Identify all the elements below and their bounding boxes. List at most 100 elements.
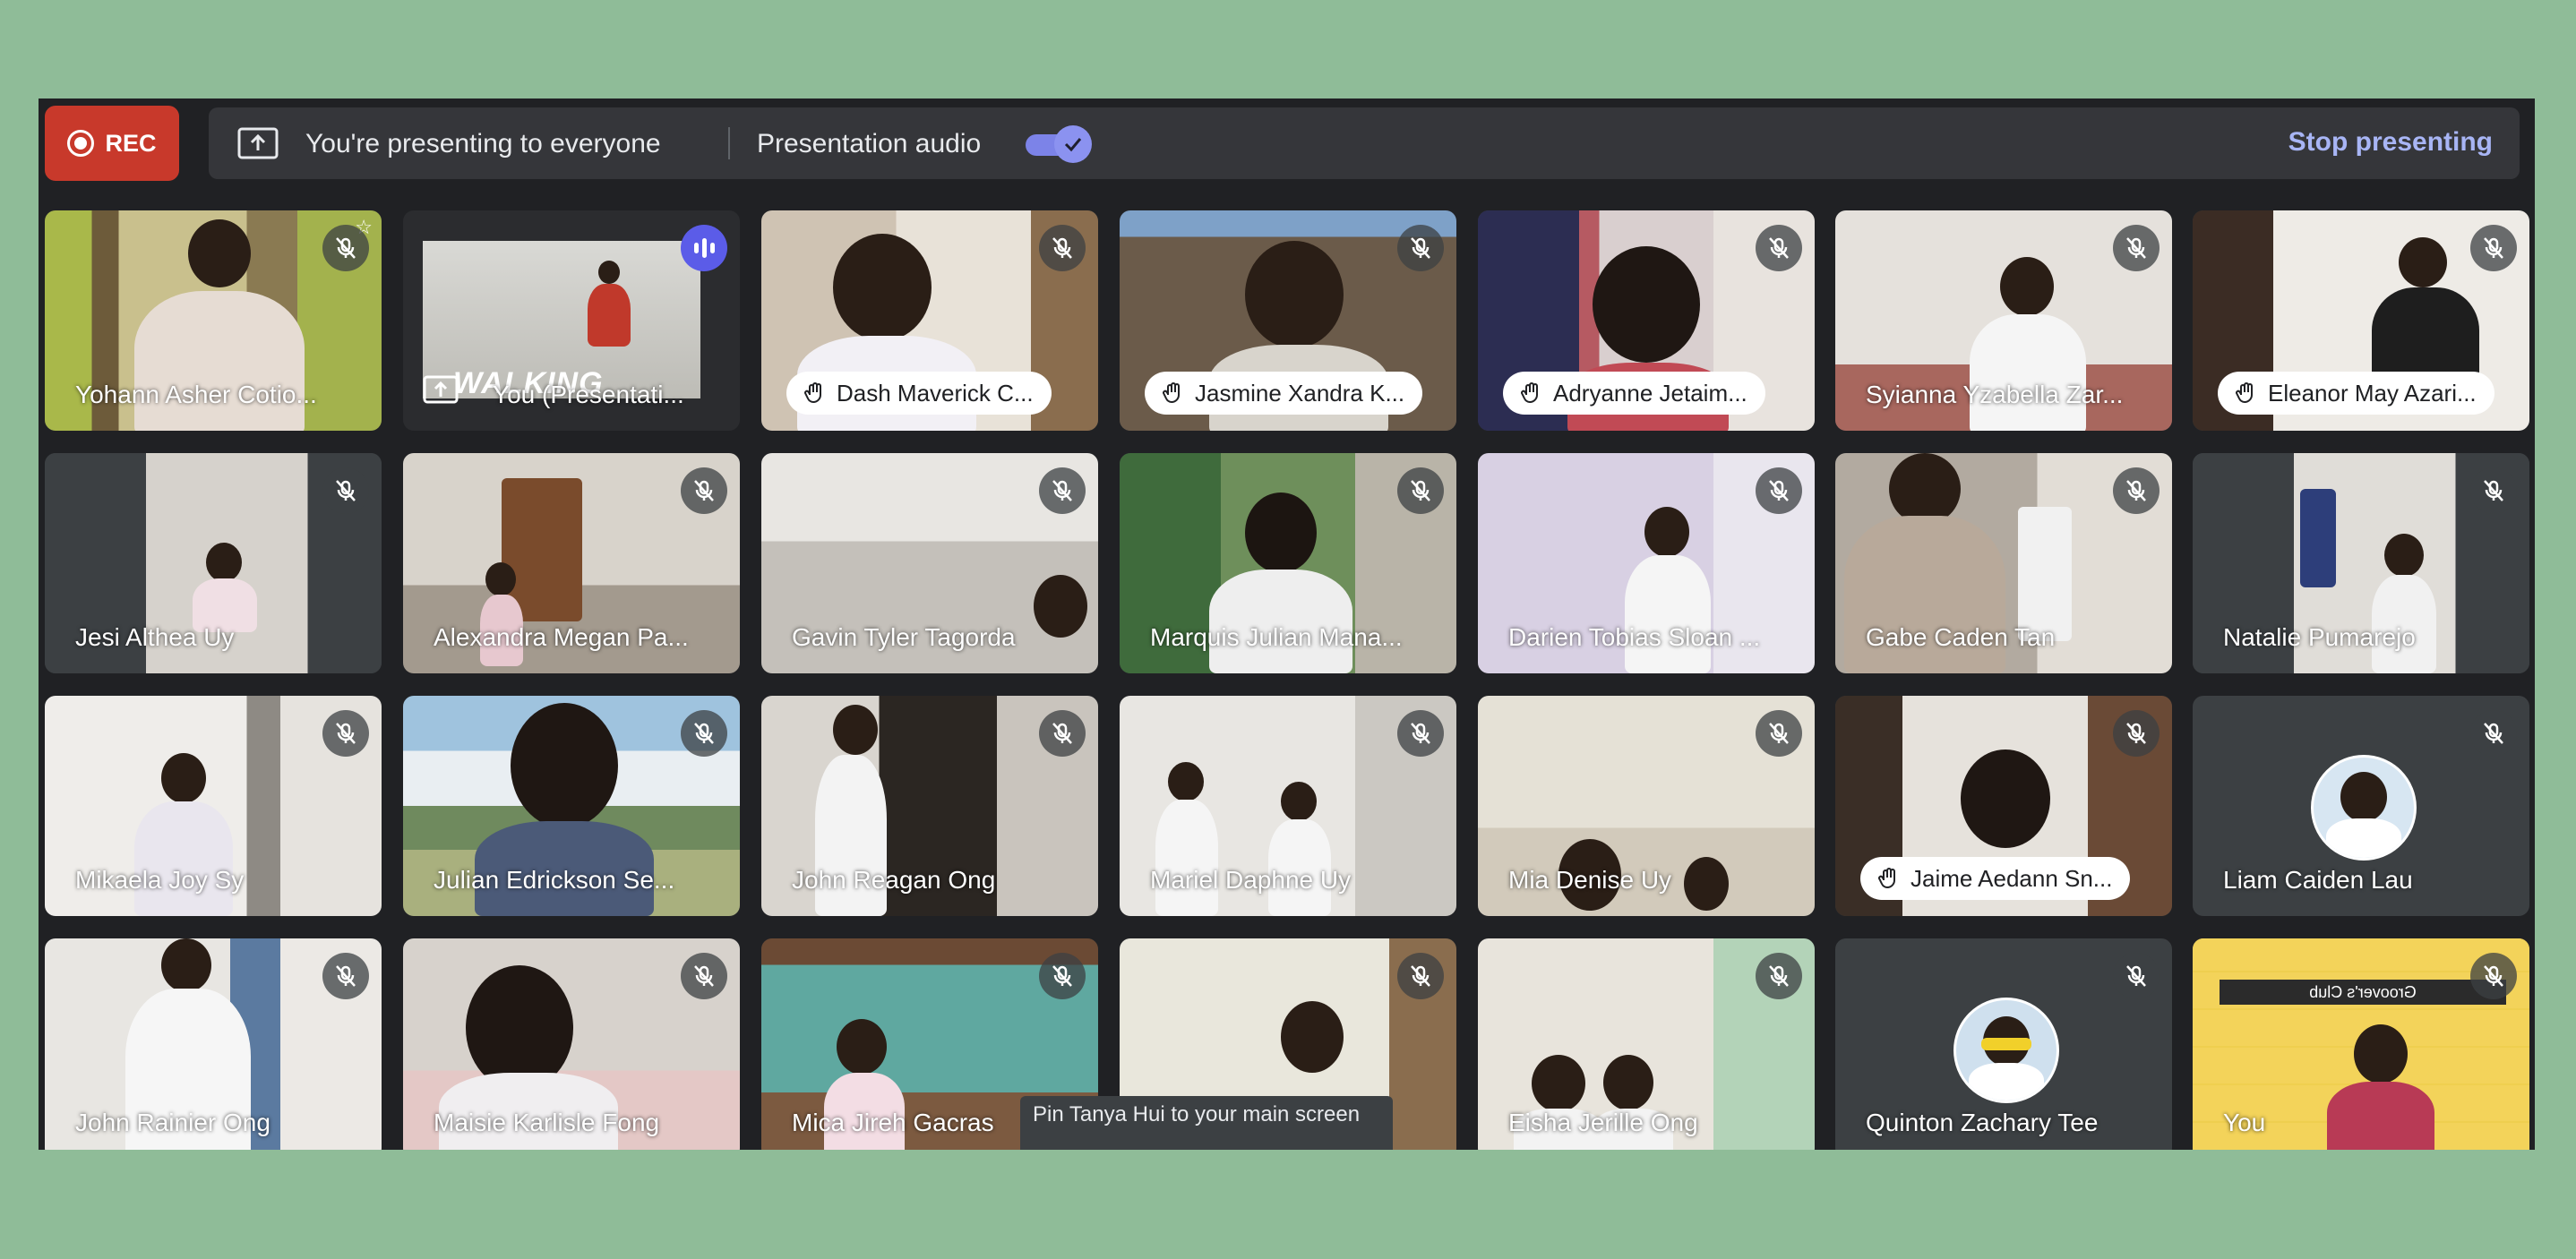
participant-name: Alexandra Megan Pa... <box>434 623 689 651</box>
mic-off-icon <box>1397 225 1444 271</box>
participant-tile[interactable]: Eleanor May Azari... <box>2193 210 2529 431</box>
mic-off-icon <box>1397 953 1444 999</box>
raised-hand-name: Jaime Aedann Sn... <box>1860 857 2131 900</box>
mic-off-icon <box>681 467 727 514</box>
participant-name: Julian Edrickson Se... <box>434 866 675 894</box>
mic-off-icon <box>2470 467 2517 514</box>
raised-hand-name: Eleanor May Azari... <box>2218 372 2494 415</box>
avatar <box>1953 998 2059 1103</box>
rec-button[interactable]: REC <box>45 106 179 181</box>
raised-hand-icon <box>1163 382 1180 404</box>
participant-name: Mariel Daphne Uy <box>1150 866 1352 894</box>
mic-off-icon <box>1039 953 1086 999</box>
present-screen-icon <box>423 375 459 404</box>
mic-off-icon <box>1397 710 1444 757</box>
raised-hand-name: Adryanne Jetaim... <box>1503 372 1765 415</box>
raised-hand-name: Dash Maverick C... <box>786 372 1052 415</box>
participant-name: Maisie Karlisle Fong <box>434 1109 660 1136</box>
participant-tile[interactable]: Darien Tobias Sloan ... <box>1478 453 1815 673</box>
participant-name: John Reagan Ong <box>792 866 996 894</box>
participant-name: Jaime Aedann Sn... <box>1911 864 2113 892</box>
participant-tile[interactable]: Julian Edrickson Se... <box>403 696 740 916</box>
raised-hand-icon <box>1521 382 1538 404</box>
meet-window: REC You're presenting to everyone Presen… <box>39 98 2535 1150</box>
avatar <box>2311 755 2417 861</box>
raised-hand-icon <box>1878 868 1895 889</box>
mic-off-icon <box>1039 225 1086 271</box>
participant-name: You (Presentati... <box>493 381 684 408</box>
participant-tile[interactable]: Groover's Club You <box>2193 938 2529 1150</box>
participant-name: Jesi Althea Uy <box>75 623 235 651</box>
mic-off-icon <box>2113 467 2160 514</box>
mic-off-icon <box>1039 467 1086 514</box>
participant-tile[interactable]: Adryanne Jetaim... <box>1478 210 1815 431</box>
mic-off-icon <box>322 710 369 757</box>
mic-off-icon <box>2113 710 2160 757</box>
participant-name: Mikaela Joy Sy <box>75 866 245 894</box>
participant-tile[interactable]: Jaime Aedann Sn... <box>1835 696 2172 916</box>
participant-name: Gavin Tyler Tagorda <box>792 623 1016 651</box>
present-screen-icon <box>237 127 279 159</box>
participant-tile[interactable]: Gavin Tyler Tagorda <box>761 453 1098 673</box>
participant-name: Darien Tobias Sloan ... <box>1508 623 1761 651</box>
presentation-audio-toggle[interactable] <box>1026 125 1094 163</box>
pin-tooltip: Pin Tanya Hui to your main screen <box>1020 1096 1393 1150</box>
mic-off-icon <box>2113 225 2160 271</box>
mic-off-icon <box>681 710 727 757</box>
participant-name: You <box>2223 1109 2266 1136</box>
speaking-icon <box>681 225 727 271</box>
participant-name: Liam Caiden Lau <box>2223 866 2413 894</box>
raised-hand-icon <box>804 382 821 404</box>
stop-presenting-button[interactable]: Stop presenting <box>2288 127 2493 158</box>
participant-name: Quinton Zachary Tee <box>1866 1109 2099 1136</box>
participant-name: John Rainier Ong <box>75 1109 270 1136</box>
participant-tile[interactable]: Maisie Karlisle Fong <box>403 938 740 1150</box>
participant-tile[interactable]: Jasmine Xandra K... <box>1120 210 1456 431</box>
rec-label: REC <box>105 129 157 157</box>
participant-tile[interactable]: John Rainier Ong <box>45 938 382 1150</box>
toggle-check-icon <box>1054 125 1092 163</box>
mic-off-icon <box>2470 225 2517 271</box>
mic-off-icon <box>322 225 369 271</box>
participant-name: Gabe Caden Tan <box>1866 623 2056 651</box>
raised-hand-name: Jasmine Xandra K... <box>1145 372 1423 415</box>
mic-off-icon <box>1756 467 1802 514</box>
raised-hand-icon <box>2236 382 2253 404</box>
participant-tile[interactable]: ☆ Yohann Asher Cotio... <box>45 210 382 431</box>
participant-tile[interactable]: Marquis Julian Mana... <box>1120 453 1456 673</box>
participant-name: Yohann Asher Cotio... <box>75 381 317 408</box>
participant-name: Eleanor May Azari... <box>2268 379 2477 407</box>
participant-tile[interactable]: Mariel Daphne Uy <box>1120 696 1456 916</box>
participant-tile[interactable]: Liam Caiden Lau <box>2193 696 2529 916</box>
mic-off-icon <box>2113 953 2160 999</box>
participant-tile[interactable]: Natalie Pumarejo <box>2193 453 2529 673</box>
participant-tile[interactable]: Syianna Yzabella Zar... <box>1835 210 2172 431</box>
top-bar: REC You're presenting to everyone Presen… <box>39 98 2535 188</box>
participant-name: Natalie Pumarejo <box>2223 623 2416 651</box>
participant-tile[interactable]: Eisha Jerille Ong <box>1478 938 1815 1150</box>
participant-name: Dash Maverick C... <box>837 379 1034 407</box>
mic-off-icon <box>1039 710 1086 757</box>
record-icon <box>67 130 95 157</box>
participant-name: Adryanne Jetaim... <box>1553 379 1747 407</box>
participant-tile[interactable]: Dash Maverick C... <box>761 210 1098 431</box>
mic-off-icon <box>1756 710 1802 757</box>
participant-tile[interactable]: Mikaela Joy Sy <box>45 696 382 916</box>
participant-tile[interactable]: Mia Denise Uy <box>1478 696 1815 916</box>
presentation-audio-label: Presentation audio <box>757 129 982 158</box>
participant-tile[interactable]: John Reagan Ong <box>761 696 1098 916</box>
mic-off-icon <box>2470 953 2517 999</box>
participant-name: Eisha Jerille Ong <box>1508 1109 1698 1136</box>
mic-off-icon <box>681 953 727 999</box>
mic-off-icon <box>322 953 369 999</box>
participant-tile[interactable]: Jesi Althea Uy <box>45 453 382 673</box>
participant-name: Mia Denise Uy <box>1508 866 1672 894</box>
mic-off-icon <box>322 467 369 514</box>
participant-tile[interactable]: Gabe Caden Tan <box>1835 453 2172 673</box>
participant-name: Jasmine Xandra K... <box>1195 379 1405 407</box>
participant-tile[interactable]: Quinton Zachary Tee <box>1835 938 2172 1150</box>
participant-tile[interactable]: Alexandra Megan Pa... <box>403 453 740 673</box>
participant-tile[interactable]: WALKING You (Presentati... <box>403 210 740 431</box>
divider <box>728 127 730 159</box>
mic-off-icon <box>1756 225 1802 271</box>
